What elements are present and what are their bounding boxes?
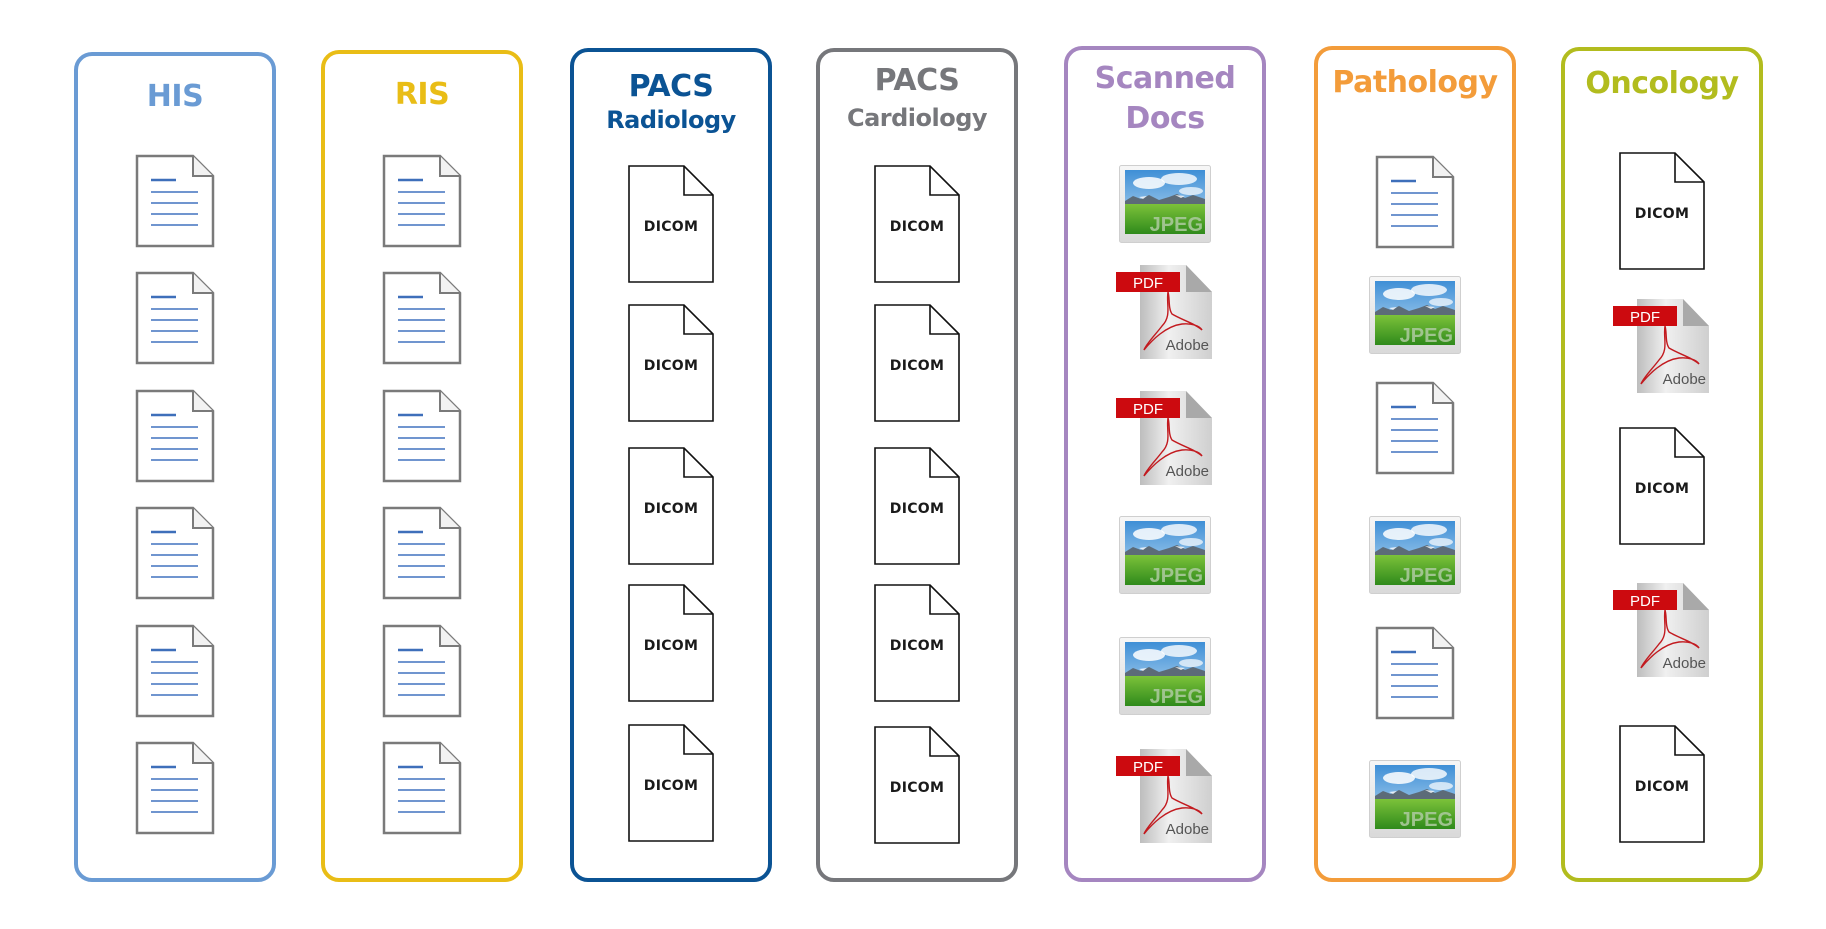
jpeg-image-icon: JPEG bbox=[1119, 516, 1211, 594]
pdf-label: PDF bbox=[1133, 759, 1163, 776]
column-title: Oncology bbox=[1585, 66, 1739, 101]
column-title: RIS bbox=[394, 77, 450, 112]
text-document-icon bbox=[382, 271, 462, 365]
dicom-label: DICOM bbox=[1634, 481, 1690, 497]
column-title: PACS bbox=[874, 63, 960, 98]
dicom-label: DICOM bbox=[643, 358, 699, 374]
dicom-label: DICOM bbox=[889, 358, 945, 374]
text-document-icon bbox=[382, 389, 462, 483]
dicom-label: DICOM bbox=[1634, 206, 1690, 222]
text-document-icon bbox=[135, 389, 215, 483]
dicom-file-icon: DICOM bbox=[1619, 152, 1705, 270]
dicom-label: DICOM bbox=[889, 780, 945, 796]
text-document-icon bbox=[382, 154, 462, 248]
dicom-file-icon: DICOM bbox=[628, 724, 714, 842]
pdf-label: PDF bbox=[1630, 309, 1660, 326]
pdf-file-icon: PDF Adobe bbox=[1116, 264, 1214, 360]
jpeg-image-icon: JPEG bbox=[1369, 760, 1461, 838]
pdf-label: PDF bbox=[1133, 275, 1163, 292]
text-document-icon bbox=[1375, 155, 1455, 249]
dicom-file-icon: DICOM bbox=[874, 726, 960, 844]
dicom-file-icon: DICOM bbox=[874, 584, 960, 702]
column-subtitle: Cardiology bbox=[846, 104, 988, 132]
text-document-icon bbox=[135, 271, 215, 365]
column-title: PACS bbox=[628, 69, 714, 104]
jpeg-label: JPEG bbox=[1400, 809, 1453, 831]
text-document-icon bbox=[135, 624, 215, 718]
text-document-icon bbox=[382, 741, 462, 835]
dicom-label: DICOM bbox=[889, 638, 945, 654]
column-title: Scanned bbox=[1094, 61, 1236, 96]
dicom-label: DICOM bbox=[643, 219, 699, 235]
dicom-file-icon: DICOM bbox=[874, 165, 960, 283]
text-document-icon bbox=[1375, 626, 1455, 720]
jpeg-image-icon: JPEG bbox=[1369, 276, 1461, 354]
dicom-file-icon: DICOM bbox=[1619, 427, 1705, 545]
dicom-label: DICOM bbox=[889, 219, 945, 235]
jpeg-image-icon: JPEG bbox=[1119, 165, 1211, 243]
dicom-file-icon: DICOM bbox=[628, 584, 714, 702]
pdf-label: PDF bbox=[1133, 401, 1163, 418]
dicom-file-icon: DICOM bbox=[1619, 725, 1705, 843]
pdf-file-icon: PDF Adobe bbox=[1613, 298, 1711, 394]
jpeg-image-icon: JPEG bbox=[1119, 637, 1211, 715]
text-document-icon bbox=[135, 506, 215, 600]
jpeg-label: JPEG bbox=[1150, 565, 1203, 587]
pdf-label: PDF bbox=[1630, 593, 1660, 610]
text-document-icon bbox=[1375, 381, 1455, 475]
adobe-label: Adobe bbox=[1663, 655, 1706, 672]
text-document-icon bbox=[135, 154, 215, 248]
pdf-file-icon: PDF Adobe bbox=[1116, 390, 1214, 486]
pdf-file-icon: PDF Adobe bbox=[1116, 748, 1214, 844]
jpeg-image-icon: JPEG bbox=[1369, 516, 1461, 594]
adobe-label: Adobe bbox=[1663, 371, 1706, 388]
jpeg-label: JPEG bbox=[1150, 686, 1203, 708]
dicom-file-icon: DICOM bbox=[628, 304, 714, 422]
pdf-file-icon: PDF Adobe bbox=[1613, 582, 1711, 678]
dicom-label: DICOM bbox=[643, 778, 699, 794]
column-title: Pathology bbox=[1332, 65, 1498, 100]
dicom-label: DICOM bbox=[643, 638, 699, 654]
dicom-label: DICOM bbox=[643, 501, 699, 517]
dicom-file-icon: DICOM bbox=[874, 304, 960, 422]
dicom-label: DICOM bbox=[889, 501, 945, 517]
text-document-icon bbox=[382, 506, 462, 600]
column-subtitle: Docs bbox=[1125, 101, 1205, 136]
jpeg-label: JPEG bbox=[1400, 325, 1453, 347]
dicom-file-icon: DICOM bbox=[628, 165, 714, 283]
text-document-icon bbox=[382, 624, 462, 718]
dicom-file-icon: DICOM bbox=[628, 447, 714, 565]
column-subtitle: Radiology bbox=[606, 106, 736, 134]
dicom-file-icon: DICOM bbox=[874, 447, 960, 565]
adobe-label: Adobe bbox=[1166, 337, 1209, 354]
column-title: HIS bbox=[146, 79, 204, 114]
text-document-icon bbox=[135, 741, 215, 835]
jpeg-label: JPEG bbox=[1150, 214, 1203, 236]
adobe-label: Adobe bbox=[1166, 821, 1209, 838]
dicom-label: DICOM bbox=[1634, 779, 1690, 795]
adobe-label: Adobe bbox=[1166, 463, 1209, 480]
jpeg-label: JPEG bbox=[1400, 565, 1453, 587]
